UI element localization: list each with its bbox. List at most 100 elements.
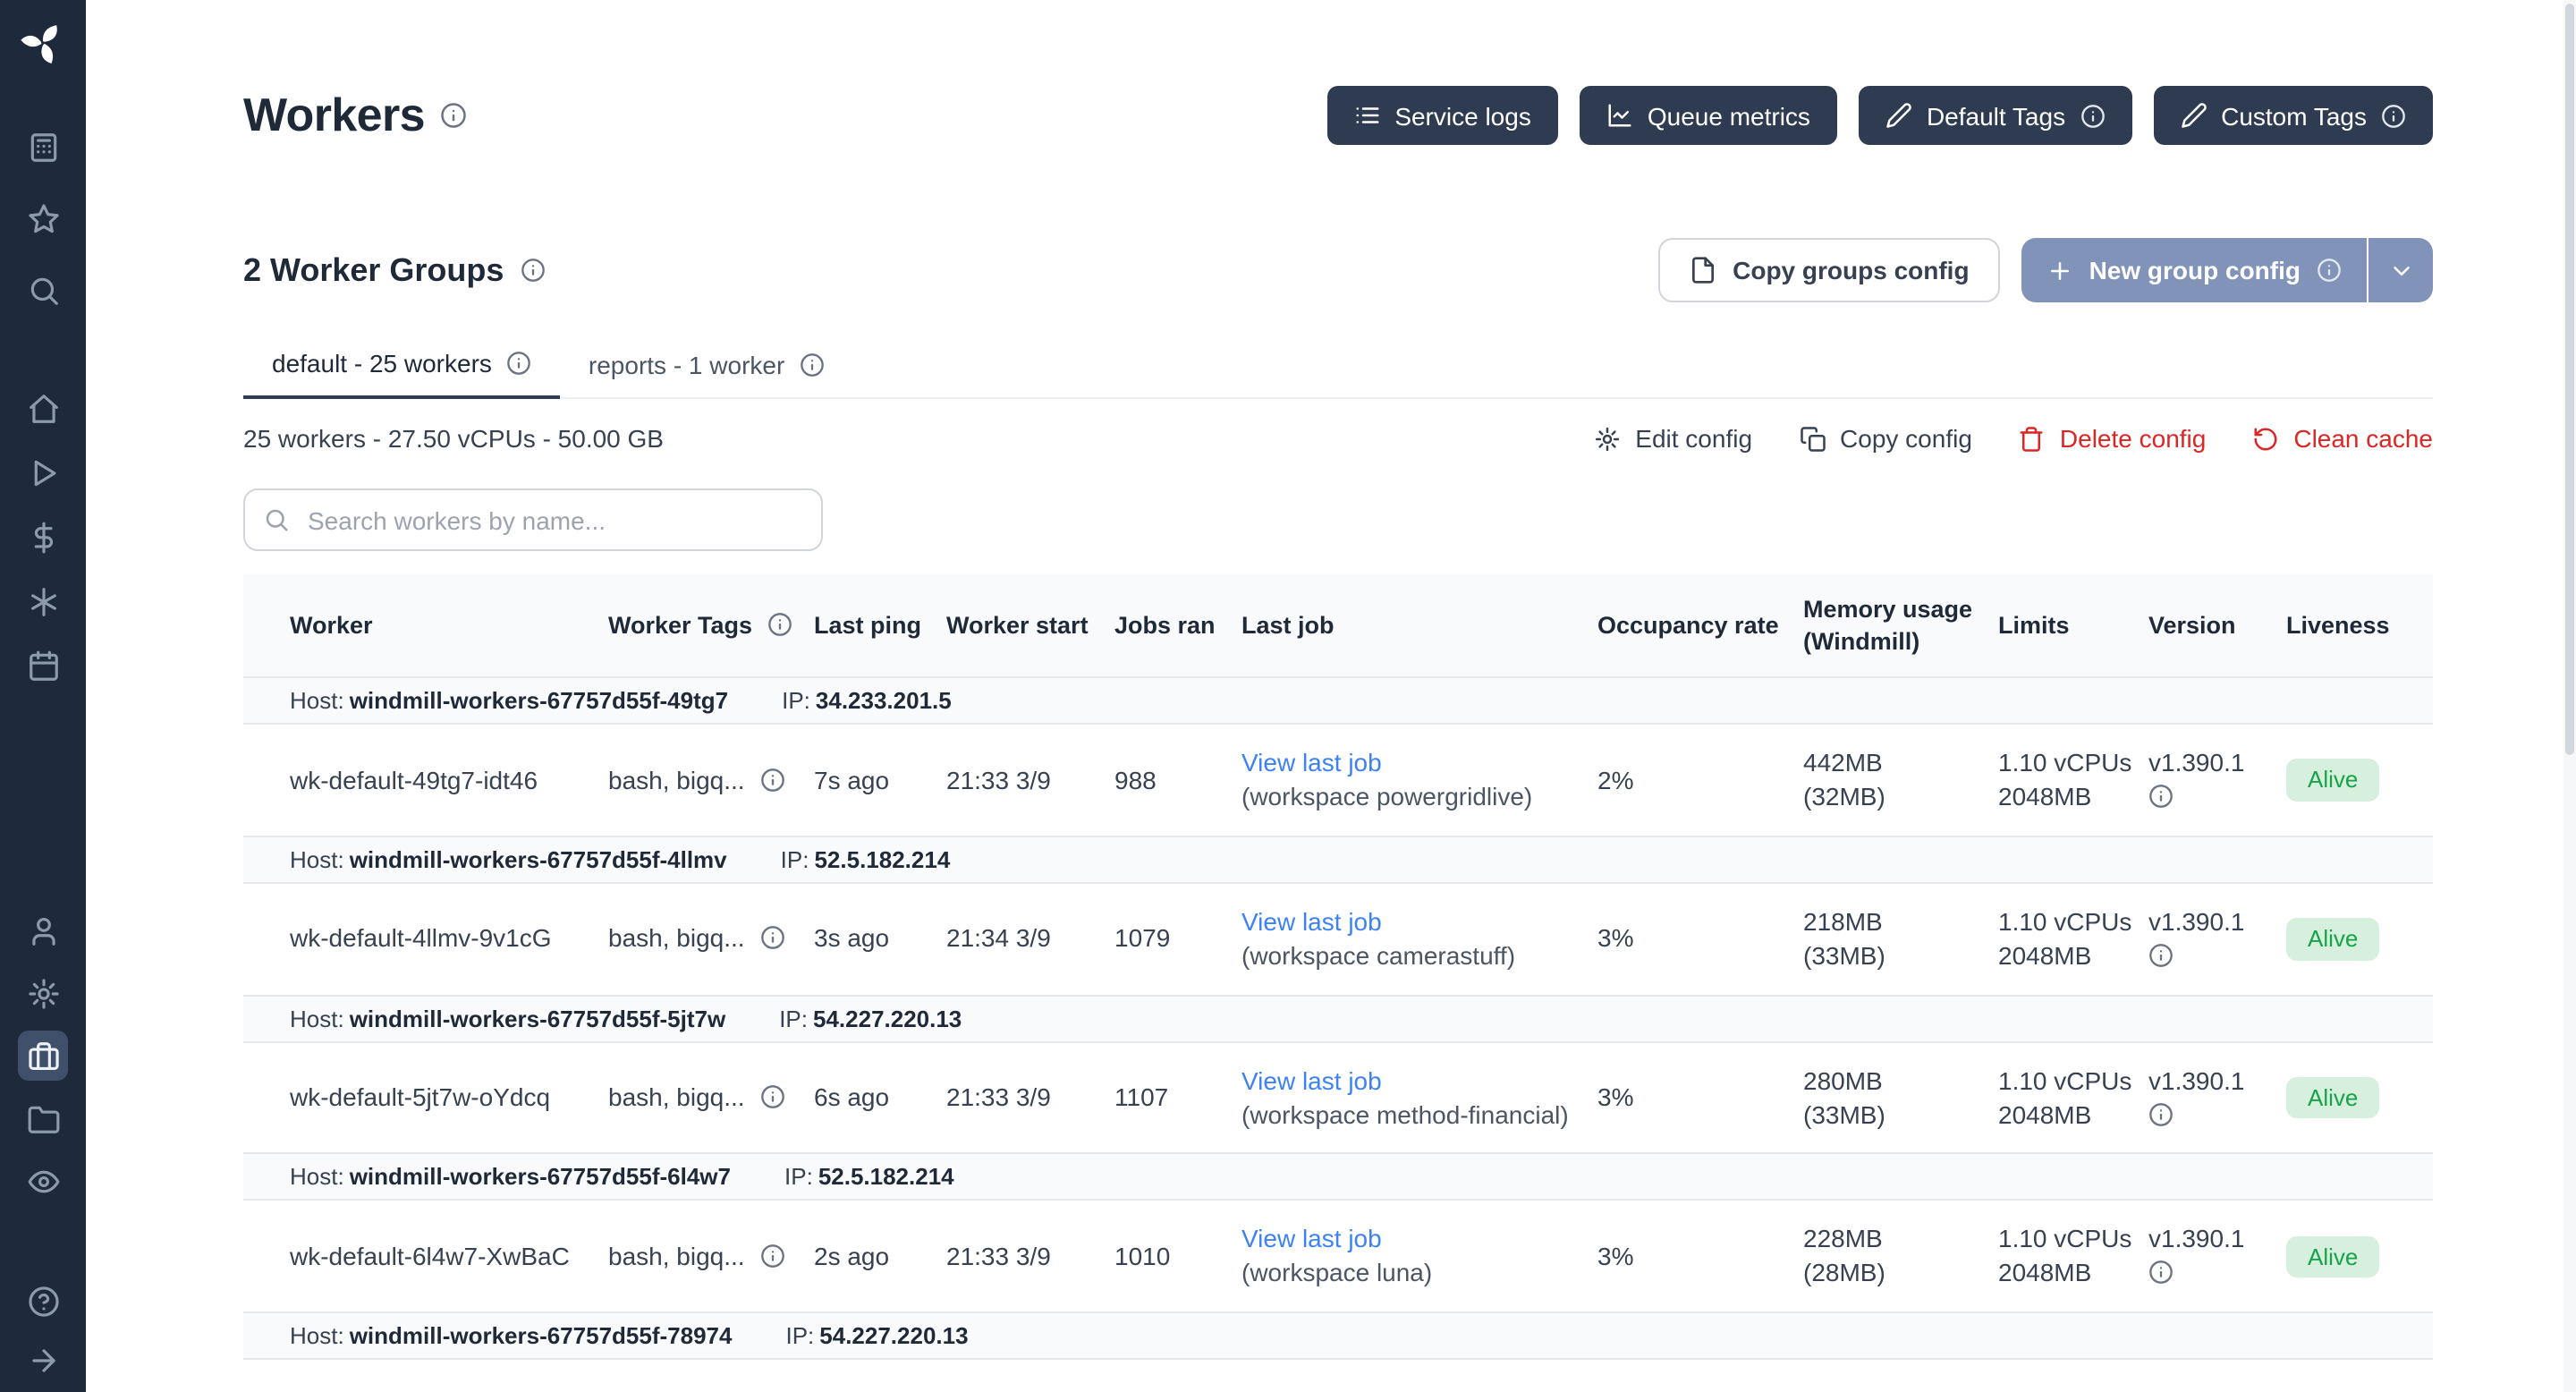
info-icon[interactable] [2148,784,2174,809]
new-group-config-dropdown-button[interactable] [2368,238,2433,302]
sidebar-item-home[interactable] [18,383,68,433]
worker-name: wk-default-4llmv-9v1cG [243,883,608,996]
play-icon [26,455,60,489]
sidebar-item-favorites[interactable] [18,193,68,243]
limits: 1.10 vCPUs2048MB [1998,1041,2148,1154]
version: v1.390.1 [2148,724,2286,836]
liveness-badge: Alive [2286,759,2379,801]
liveness: Alive [2286,1201,2433,1313]
info-icon[interactable] [2381,103,2406,128]
info-icon[interactable] [2317,258,2342,283]
info-icon[interactable] [2148,943,2174,968]
sidebar-item-runs[interactable] [18,447,68,497]
copy-groups-config-button[interactable]: Copy groups config [1657,238,1999,302]
col-version: Version [2148,574,2286,677]
info-icon[interactable] [760,767,785,792]
info-icon[interactable] [799,352,824,378]
view-last-job-link[interactable]: View last job [1241,905,1382,939]
host-row: Host:windmill-workers-67757d55f-78974IP:… [243,1312,2433,1359]
search-icon [26,273,60,307]
sidebar-item-audit-logs[interactable] [18,1156,68,1206]
windmill-logo[interactable] [18,18,68,68]
view-last-job-link[interactable]: View last job [1241,746,1382,780]
info-icon[interactable] [2148,1260,2174,1286]
worker-groups-heading: 2 Worker Groups [243,251,504,289]
copy-config-button[interactable]: Copy config [1799,424,1972,453]
sidebar-item-variables[interactable] [18,512,68,562]
memory-usage: 442MB(32MB) [1803,724,1998,836]
col-memory-usage: Memory usage (Windmill) [1803,574,1998,677]
sidebar-item-search[interactable] [18,265,68,315]
info-icon[interactable] [506,351,531,376]
col-last-job: Last job [1241,574,1597,677]
sidebar-item-settings[interactable] [18,968,68,1018]
rotate-ccw-icon [2252,425,2279,452]
star-icon [26,201,60,235]
sidebar-item-help[interactable] [18,1276,68,1326]
trash-icon [2019,425,2046,452]
host-label: Host: [290,1164,344,1191]
help-circle-icon [26,1284,60,1318]
liveness-badge: Alive [2286,1077,2379,1119]
calendar-icon [26,649,60,683]
worker-tags: bash, bigq... [608,1041,814,1154]
col-worker-start: Worker start [946,574,1114,677]
host-ip: 34.233.201.5 [816,687,952,714]
ip-label: IP: [781,846,809,873]
info-icon[interactable] [760,1084,785,1109]
new-group-config-button[interactable]: New group config [2021,238,2367,302]
sidebar-item-folders[interactable] [18,1093,68,1143]
worker-row: wk-default-4llmv-9v1cG bash, bigq... 3s … [243,883,2433,996]
host-name: windmill-workers-67757d55f-4llmv [350,846,727,873]
worker-tags: bash, bigq... [608,883,814,996]
info-icon[interactable] [760,926,785,951]
gear-icon [1594,425,1621,452]
user-icon [26,913,60,947]
col-liveness: Liveness [2286,574,2433,677]
ip-label: IP: [779,1005,808,1031]
memory-usage: 218MB(33MB) [1803,883,1998,996]
host-row: Host:windmill-workers-67757d55f-6l4w7IP:… [243,1154,2433,1201]
table-header: Worker Worker Tags Last ping Worker star… [243,574,2433,677]
host-row: Host:windmill-workers-67757d55f-49tg7IP:… [243,677,2433,724]
search-workers-input[interactable] [243,488,823,551]
last-ping: 3s ago [814,883,946,996]
sidebar-item-schedules[interactable] [18,641,68,691]
sidebar-item-workspace[interactable] [18,122,68,172]
host-label: Host: [290,687,344,714]
host-row: Host:windmill-workers-67757d55f-5jt7wIP:… [243,995,2433,1041]
service-logs-button[interactable]: Service logs [1326,86,1558,145]
tab-default[interactable]: default - 25 workers [243,335,560,399]
liveness: Alive [2286,883,2433,996]
edit-config-button[interactable]: Edit config [1594,424,1752,453]
info-icon[interactable] [760,1243,785,1269]
gear-icon [26,976,60,1010]
plus-icon [2046,257,2073,284]
arrow-right-icon [26,1343,60,1377]
view-last-job-link[interactable]: View last job [1241,1064,1382,1098]
list-icon [1353,102,1380,129]
scrollbar-thumb[interactable] [2565,4,2574,755]
host-label: Host: [290,1005,344,1031]
queue-metrics-button[interactable]: Queue metrics [1580,86,1837,145]
pencil-icon [1885,102,1912,129]
last-ping: 7s ago [814,724,946,836]
delete-config-button[interactable]: Delete config [2019,424,2206,453]
info-icon[interactable] [520,258,545,283]
sidebar-item-workers[interactable] [18,1031,68,1081]
info-icon[interactable] [441,102,468,129]
tab-reports[interactable]: reports - 1 worker [560,335,852,399]
eye-icon [26,1164,60,1198]
sidebar-item-users[interactable] [18,905,68,955]
app-window: Workers Service logs Queue metrics [0,0,2576,1392]
default-tags-button[interactable]: Default Tags [1859,86,2131,145]
clean-cache-button[interactable]: Clean cache [2252,424,2433,453]
host-label: Host: [290,846,344,873]
sidebar-expand-button[interactable] [18,1335,68,1385]
custom-tags-button[interactable]: Custom Tags [2153,86,2433,145]
view-last-job-link[interactable]: View last job [1241,1223,1382,1257]
info-icon[interactable] [768,612,793,637]
info-icon[interactable] [2148,1101,2174,1126]
info-icon[interactable] [2080,103,2105,128]
sidebar-item-resources[interactable] [18,576,68,626]
